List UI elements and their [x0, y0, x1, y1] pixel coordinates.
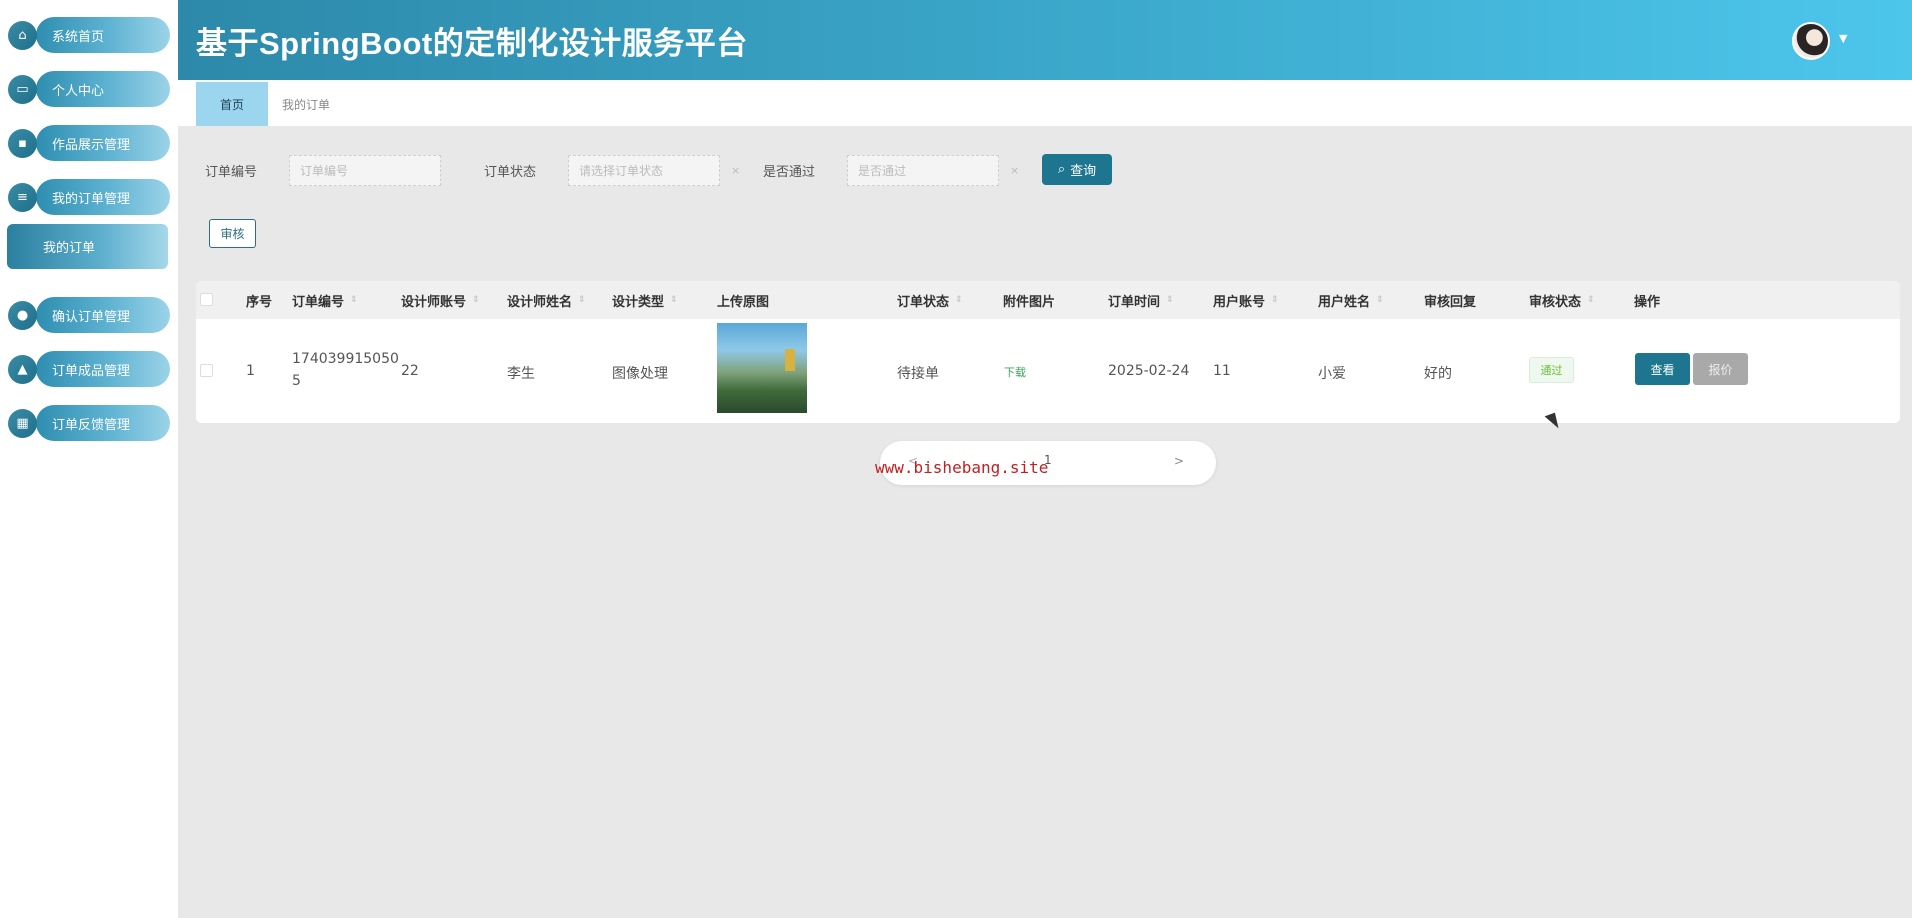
col-order-status[interactable]: 订单状态 ⇕ — [897, 281, 963, 319]
sort-icon: ⇕ — [472, 295, 480, 305]
query-button[interactable]: ⌕ 查询 — [1042, 154, 1112, 185]
cell-designer-account: 22 — [401, 363, 419, 379]
watermark: www.bishebang.site — [875, 458, 1049, 477]
col-audit-status[interactable]: 审核状态 ⇕ — [1529, 281, 1595, 319]
clear-icon[interactable]: × — [1010, 164, 1019, 177]
cell-order-no: 174039915050 — [292, 351, 399, 367]
col-original-image: 上传原图 — [717, 294, 770, 310]
cell-user-name: 小爱 — [1318, 366, 1346, 382]
view-button[interactable]: 查看 — [1635, 353, 1690, 385]
grid-icon: ▦ — [8, 408, 37, 438]
row-checkbox[interactable] — [200, 364, 213, 377]
sidebar: ⌂ 系统首页 ▭ 个人中心 ▪ 作品展示管理 ≡ 我的订单管理 我的订单 ● 确… — [0, 0, 178, 918]
search-icon: ⌕ — [1057, 162, 1066, 177]
col-designer-name[interactable]: 设计师姓名 ⇕ — [507, 281, 586, 319]
sort-icon: ⇕ — [1587, 295, 1595, 305]
header: 基于SpringBoot的定制化设计服务平台 ▼ — [178, 0, 1912, 80]
col-design-type[interactable]: 设计类型 ⇕ — [612, 281, 678, 319]
sidebar-item-feedback[interactable]: ▦ 订单反馈管理 — [6, 404, 170, 442]
select-all-checkbox[interactable] — [200, 293, 213, 306]
sidebar-item-label: 确认订单管理 — [36, 297, 170, 333]
sort-icon: ⇕ — [350, 295, 358, 305]
sidebar-subitem-my-order[interactable]: 我的订单 — [7, 224, 168, 269]
sidebar-item-finished-orders[interactable]: ▲ 订单成品管理 — [6, 350, 170, 388]
cell-order-status: 待接单 — [897, 366, 939, 382]
sort-icon: ⇕ — [1376, 295, 1384, 305]
sidebar-item-label: 系统首页 — [36, 17, 170, 53]
sidebar-item-my-orders[interactable]: ≡ 我的订单管理 — [6, 178, 170, 216]
order-no-input[interactable]: 订单编号 — [289, 155, 441, 186]
caret-down-icon[interactable]: ▼ — [1839, 32, 1847, 45]
col-order-time[interactable]: 订单时间 ⇕ — [1108, 281, 1174, 319]
passed-label: 是否通过 — [763, 165, 816, 180]
sort-icon: ⇕ — [578, 295, 586, 305]
col-order-no[interactable]: 订单编号 ⇕ — [292, 281, 358, 319]
sidebar-item-home[interactable]: ⌂ 系统首页 — [6, 16, 170, 54]
sort-icon: ⇕ — [1166, 295, 1174, 305]
col-designer-account[interactable]: 设计师账号 ⇕ — [401, 281, 480, 319]
clear-icon[interactable]: × — [731, 164, 740, 177]
sidebar-item-label: 订单成品管理 — [36, 351, 170, 387]
col-attachment: 附件图片 — [1003, 294, 1056, 310]
home-icon: ⌂ — [8, 20, 37, 50]
original-image-thumbnail[interactable] — [717, 323, 807, 413]
order-no-label: 订单编号 — [205, 165, 258, 180]
audit-button[interactable]: 审核 — [209, 219, 256, 248]
cell-index: 1 — [246, 363, 255, 379]
next-page-button[interactable]: > — [1174, 454, 1184, 468]
sidebar-item-confirm-orders[interactable]: ● 确认订单管理 — [6, 296, 170, 334]
sidebar-subitem-label: 我的订单 — [43, 241, 96, 256]
download-link[interactable]: 下载 — [1004, 364, 1026, 380]
sidebar-item-label: 个人中心 — [36, 71, 170, 107]
sidebar-item-works[interactable]: ▪ 作品展示管理 — [6, 124, 170, 162]
quote-button[interactable]: 报价 — [1693, 353, 1748, 385]
sidebar-item-label: 订单反馈管理 — [36, 405, 170, 441]
cell-designer-name: 李生 — [507, 366, 535, 382]
cell-design-type: 图像处理 — [612, 366, 668, 382]
order-status-label: 订单状态 — [484, 165, 537, 180]
cell-user-account: 11 — [1213, 363, 1231, 379]
col-user-account[interactable]: 用户账号 ⇕ — [1213, 281, 1279, 319]
col-actions: 操作 — [1634, 294, 1661, 310]
sort-icon: ⇕ — [1271, 295, 1279, 305]
app-title: 基于SpringBoot的定制化设计服务平台 — [196, 26, 748, 61]
sort-icon: ⇕ — [955, 295, 963, 305]
cell-order-no-wrap: 5 — [292, 373, 301, 389]
table-header: 序号 订单编号 ⇕ 设计师账号 ⇕ 设计师姓名 ⇕ 设计类型 ⇕ 上传原图 订单状态 ⇕ … — [196, 281, 1900, 319]
col-user-name[interactable]: 用户姓名 ⇕ — [1318, 281, 1384, 319]
status-badge: 通过 — [1529, 357, 1574, 383]
sliders-icon: ≡ — [8, 182, 37, 212]
orders-table: 序号 订单编号 ⇕ 设计师账号 ⇕ 设计师姓名 ⇕ 设计类型 ⇕ 上传原图 订单状态 ⇕ … — [196, 281, 1900, 423]
monitor-icon: ▪ — [8, 128, 37, 158]
col-index: 序号 — [246, 294, 273, 310]
tab-my-order[interactable]: 我的订单 — [270, 82, 342, 126]
sort-icon: ⇕ — [670, 295, 678, 305]
avatar[interactable] — [1792, 22, 1830, 60]
query-button-label: 查询 — [1070, 164, 1097, 179]
stamp-icon: ▲ — [8, 354, 37, 384]
location-icon: ● — [8, 300, 37, 330]
cell-audit-reply: 好的 — [1424, 366, 1452, 382]
sidebar-item-label: 作品展示管理 — [36, 125, 170, 161]
profile-card-icon: ▭ — [8, 74, 37, 104]
passed-select[interactable]: 是否通过 — [847, 155, 999, 186]
tab-bar: 首页 我的订单 — [178, 80, 1912, 126]
cell-order-time: 2025-02-24 — [1108, 363, 1190, 379]
order-status-select[interactable]: 请选择订单状态 — [568, 155, 720, 186]
col-audit-reply: 审核回复 — [1424, 294, 1477, 310]
sidebar-item-profile[interactable]: ▭ 个人中心 — [6, 70, 170, 108]
tab-home[interactable]: 首页 — [196, 82, 268, 126]
sidebar-item-label: 我的订单管理 — [36, 179, 170, 215]
